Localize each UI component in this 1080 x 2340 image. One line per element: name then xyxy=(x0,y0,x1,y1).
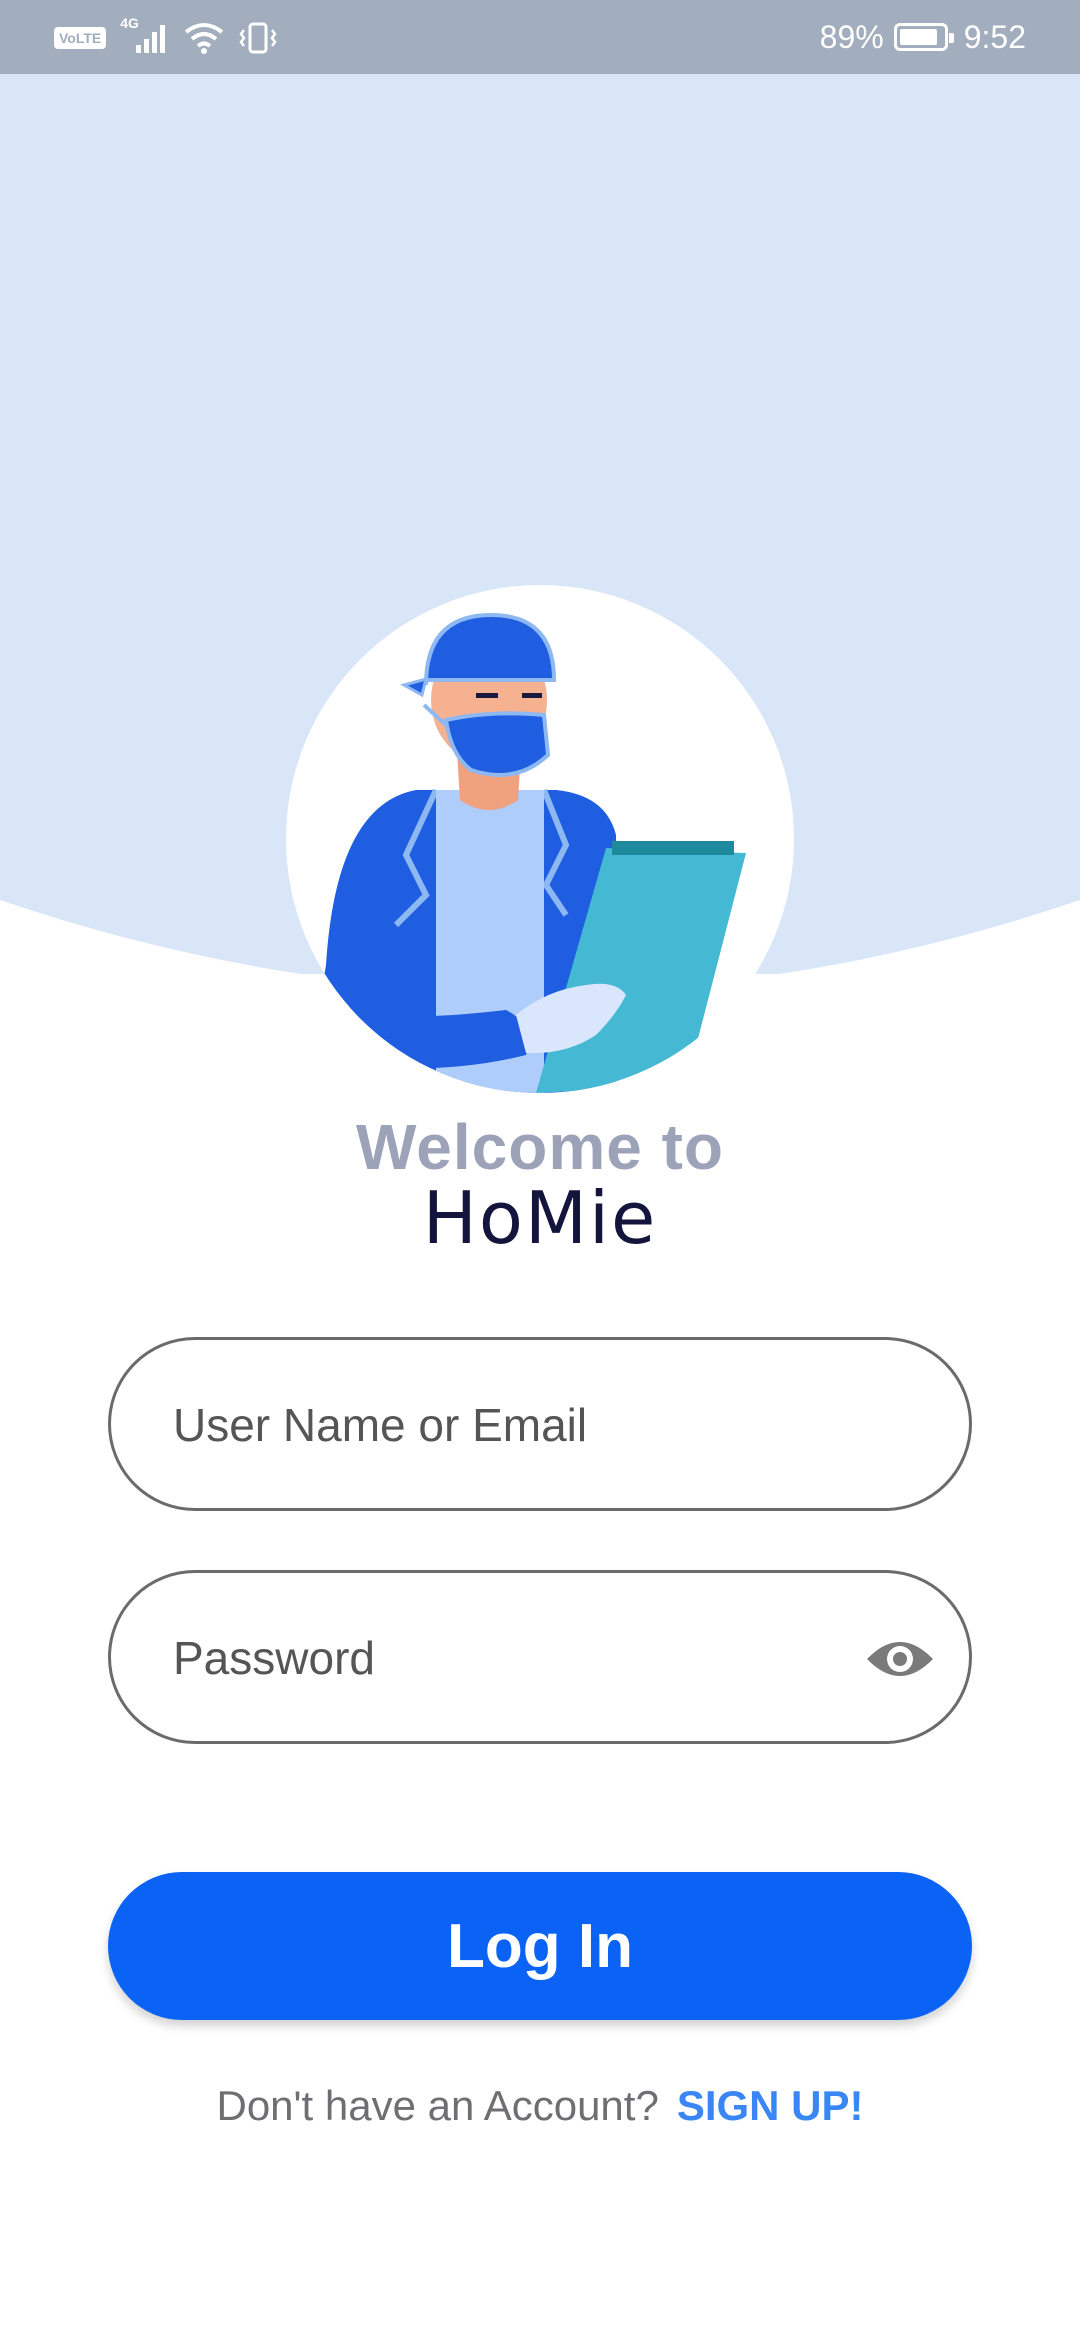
battery-percent: 89% xyxy=(819,18,884,55)
password-input[interactable] xyxy=(171,1573,875,1743)
signup-link[interactable]: SIGN UP! xyxy=(677,2082,864,2129)
status-left: VoLTE 4G xyxy=(54,15,278,58)
password-field[interactable] xyxy=(108,1570,972,1744)
doctor-illustration-icon xyxy=(321,612,746,1093)
vibrate-icon xyxy=(239,22,277,54)
avatar xyxy=(286,585,794,1093)
volte-badge: VoLTE xyxy=(54,27,107,49)
username-input[interactable] xyxy=(171,1340,875,1510)
eye-icon[interactable] xyxy=(865,1627,935,1691)
brand-name: HoMie xyxy=(422,1176,658,1260)
signal-icon: 4G xyxy=(120,15,170,55)
signup-row: Don't have an Account? SIGN UP! xyxy=(0,2082,1080,2130)
battery-icon xyxy=(893,23,954,51)
clock: 9:52 xyxy=(963,18,1026,55)
wifi-icon xyxy=(185,23,224,54)
signup-prompt: Don't have an Account? xyxy=(216,2082,659,2129)
status-bar: VoLTE 4G 89% 9:52 xyxy=(0,0,1080,74)
welcome-heading: Welcome to xyxy=(356,1111,724,1183)
status-right: 89% 9:52 xyxy=(820,14,1026,60)
battery-fill xyxy=(899,29,938,45)
username-field[interactable] xyxy=(108,1337,972,1511)
network-type: 4G xyxy=(120,15,139,31)
login-button[interactable]: Log In xyxy=(108,1872,972,2020)
battery-tip xyxy=(948,33,954,43)
